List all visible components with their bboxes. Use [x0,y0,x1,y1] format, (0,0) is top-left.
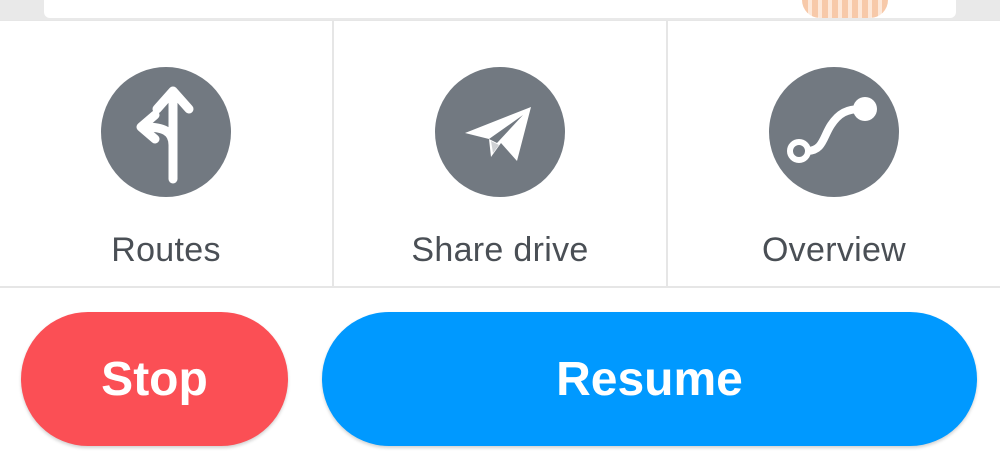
share-drive-button[interactable]: Share drive [334,21,668,286]
stop-button[interactable]: Stop [21,312,288,446]
resume-button[interactable]: Resume [322,312,977,446]
partial-card-graphic [802,0,888,18]
routes-icon-circle [101,67,231,197]
bottom-button-bar: Stop Resume [0,288,1000,466]
routes-label: Routes [111,231,221,269]
partial-card [44,0,956,18]
share-drive-icon-circle [435,67,565,197]
navigation-panel: Routes Share drive Overview Stop Resume [0,0,1000,466]
routes-fork-icon [136,86,194,184]
routes-button[interactable]: Routes [0,21,334,286]
route-overview-icon [787,97,877,163]
overview-label: Overview [761,231,907,269]
action-grid: Routes Share drive Overview [0,20,1000,288]
paper-plane-icon [465,107,531,161]
share-drive-label: Share drive [411,231,589,269]
top-strip [0,0,1000,20]
overview-icon-circle [769,67,899,197]
overview-button[interactable]: Overview [668,21,1000,286]
